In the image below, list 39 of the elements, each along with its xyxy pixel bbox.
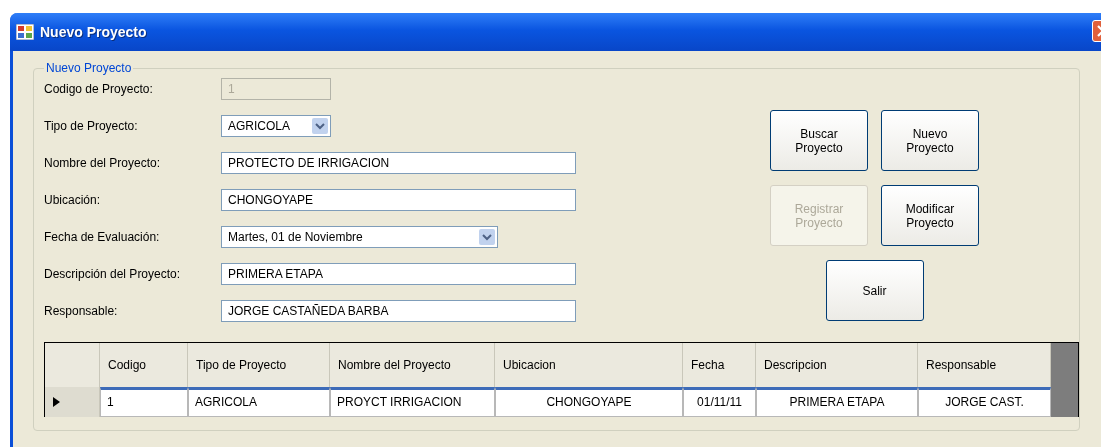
field-label: Ubicación: (44, 192, 102, 207)
current-row-icon (53, 397, 60, 407)
window-title: Nuevo Proyecto (40, 24, 147, 40)
table-cell: PRIMERA ETAPA (756, 387, 918, 417)
column-header[interactable]: Nombre del Proyecto (330, 343, 495, 387)
field-label: Fecha de Evaluación: (44, 229, 161, 244)
column-header[interactable]: Responsable (918, 343, 1051, 387)
table-cell: 1 (100, 387, 188, 417)
row-header-corner (45, 343, 100, 387)
field-label: Tipo de Proyecto: (44, 118, 139, 133)
dropdown-field[interactable]: Martes, 01 de Noviembre (221, 225, 498, 248)
group-title: Nuevo Proyecto (45, 61, 133, 75)
action-button[interactable]: Salir (825, 260, 924, 321)
field-label: Nombre del Proyecto: (44, 155, 162, 170)
text-field[interactable]: PRIMERA ETAPA (221, 262, 576, 285)
table-cell: PROYCT IRRIGACION (330, 387, 495, 417)
column-header[interactable]: Fecha (683, 343, 756, 387)
chevron-down-icon (479, 228, 495, 245)
action-button[interactable]: Buscar Proyecto (770, 110, 868, 171)
field-label: Descripción del Proyecto: (44, 266, 182, 281)
text-field[interactable]: PROTECTO DE IRRIGACION (221, 151, 576, 174)
field-label: Responsable: (44, 303, 119, 318)
chevron-down-icon (312, 117, 328, 134)
column-header[interactable]: Ubicacion (495, 343, 683, 387)
action-button[interactable]: Nuevo Proyecto (881, 110, 979, 171)
row-header[interactable] (45, 387, 100, 417)
table-cell: CHONGOYAPE (495, 387, 683, 417)
table-cell: JORGE CAST. (918, 387, 1051, 417)
column-header[interactable]: Tipo de Proyecto (188, 343, 330, 387)
app-icon (16, 24, 34, 40)
column-header[interactable]: Codigo (100, 343, 188, 387)
table-cell: AGRICOLA (188, 387, 330, 417)
action-button[interactable]: Modificar Proyecto (881, 185, 979, 246)
table-cell: 01/11/11 (683, 387, 756, 417)
text-field[interactable]: JORGE CASTAÑEDA BARBA (221, 299, 576, 322)
dropdown-field[interactable]: AGRICOLA (221, 114, 331, 137)
column-header[interactable]: Descripcion (756, 343, 918, 387)
field-label: Codigo de Proyecto: (44, 81, 154, 96)
text-field[interactable]: CHONGOYAPE (221, 188, 576, 211)
